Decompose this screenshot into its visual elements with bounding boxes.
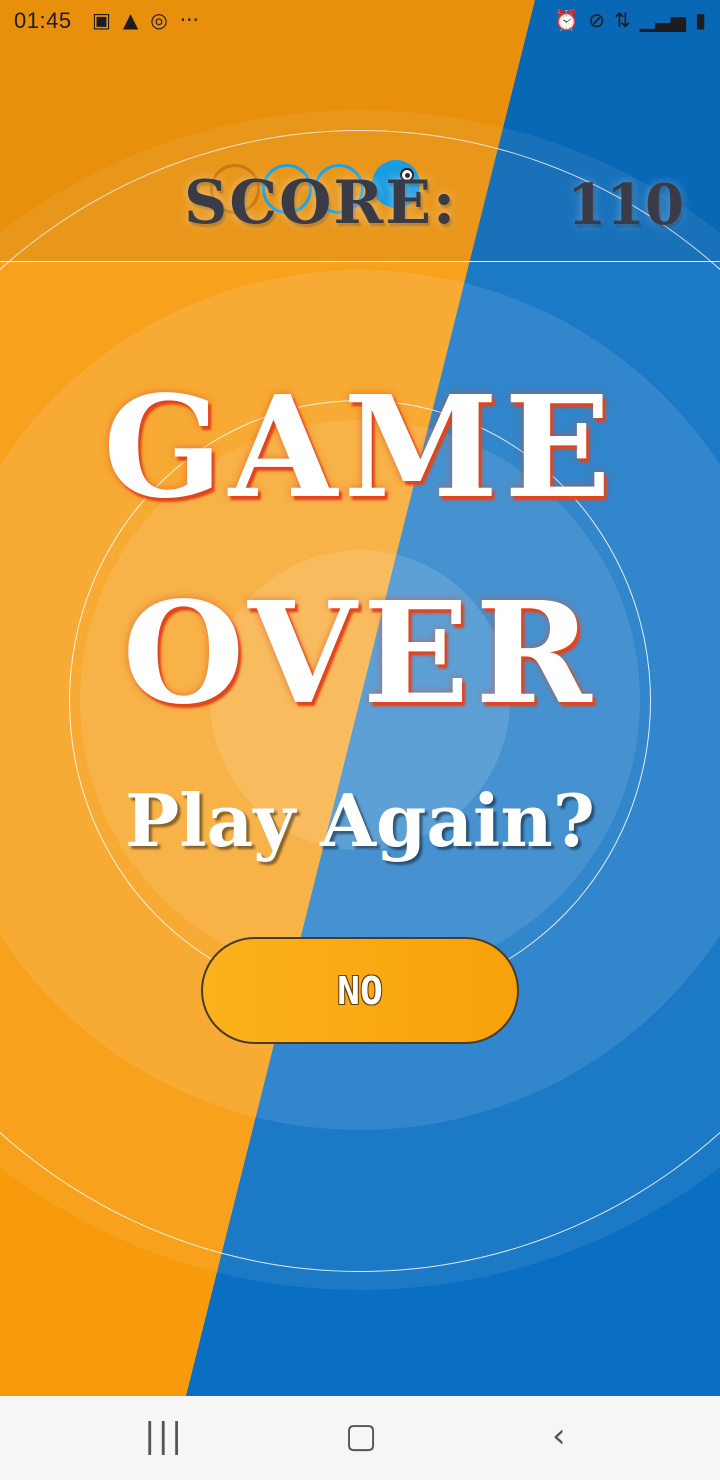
game-over-title-line1: GAME — [103, 366, 617, 530]
game-stage: SCORE: 110 GAME OVER Play Again? NO — [0, 0, 720, 1396]
do-not-disturb-icon: ⊘ — [588, 8, 606, 32]
score-label: SCORE: — [184, 168, 458, 238]
navigation-bar: ||| ▢ ‹ — [0, 1396, 720, 1480]
whatsapp-icon: ◎ — [150, 8, 168, 32]
play-again-prompt: Play Again? — [125, 778, 595, 863]
battery-icon: ▮ — [694, 8, 706, 32]
score-value: 110 — [567, 172, 684, 238]
back-button[interactable]: ‹ — [552, 1416, 566, 1456]
status-time: 01:45 — [14, 8, 72, 33]
more-icon: ··· — [179, 8, 199, 32]
game-over-title-line2: OVER — [122, 572, 598, 736]
status-right-icons: ⏰ ⊘ ⇅ ▁▃▅ ▮ — [554, 8, 706, 32]
no-button-label: NO — [337, 968, 383, 1013]
data-icon: ⇅ — [614, 8, 631, 32]
recent-apps-button[interactable]: ||| — [144, 1416, 184, 1456]
no-button[interactable]: NO — [201, 937, 519, 1044]
warning-icon: ▲ — [122, 8, 139, 32]
status-left-icons: ▣ ▲ ◎ ··· — [92, 8, 199, 32]
alarm-icon: ⏰ — [554, 8, 580, 32]
signal-icon: ▁▃▅ — [639, 8, 686, 32]
home-button[interactable]: ▢ — [345, 1416, 377, 1456]
status-bar: 01:45 ▣ ▲ ◎ ··· ⏰ ⊘ ⇅ ▁▃▅ ▮ — [0, 0, 720, 44]
image-icon: ▣ — [92, 8, 111, 32]
